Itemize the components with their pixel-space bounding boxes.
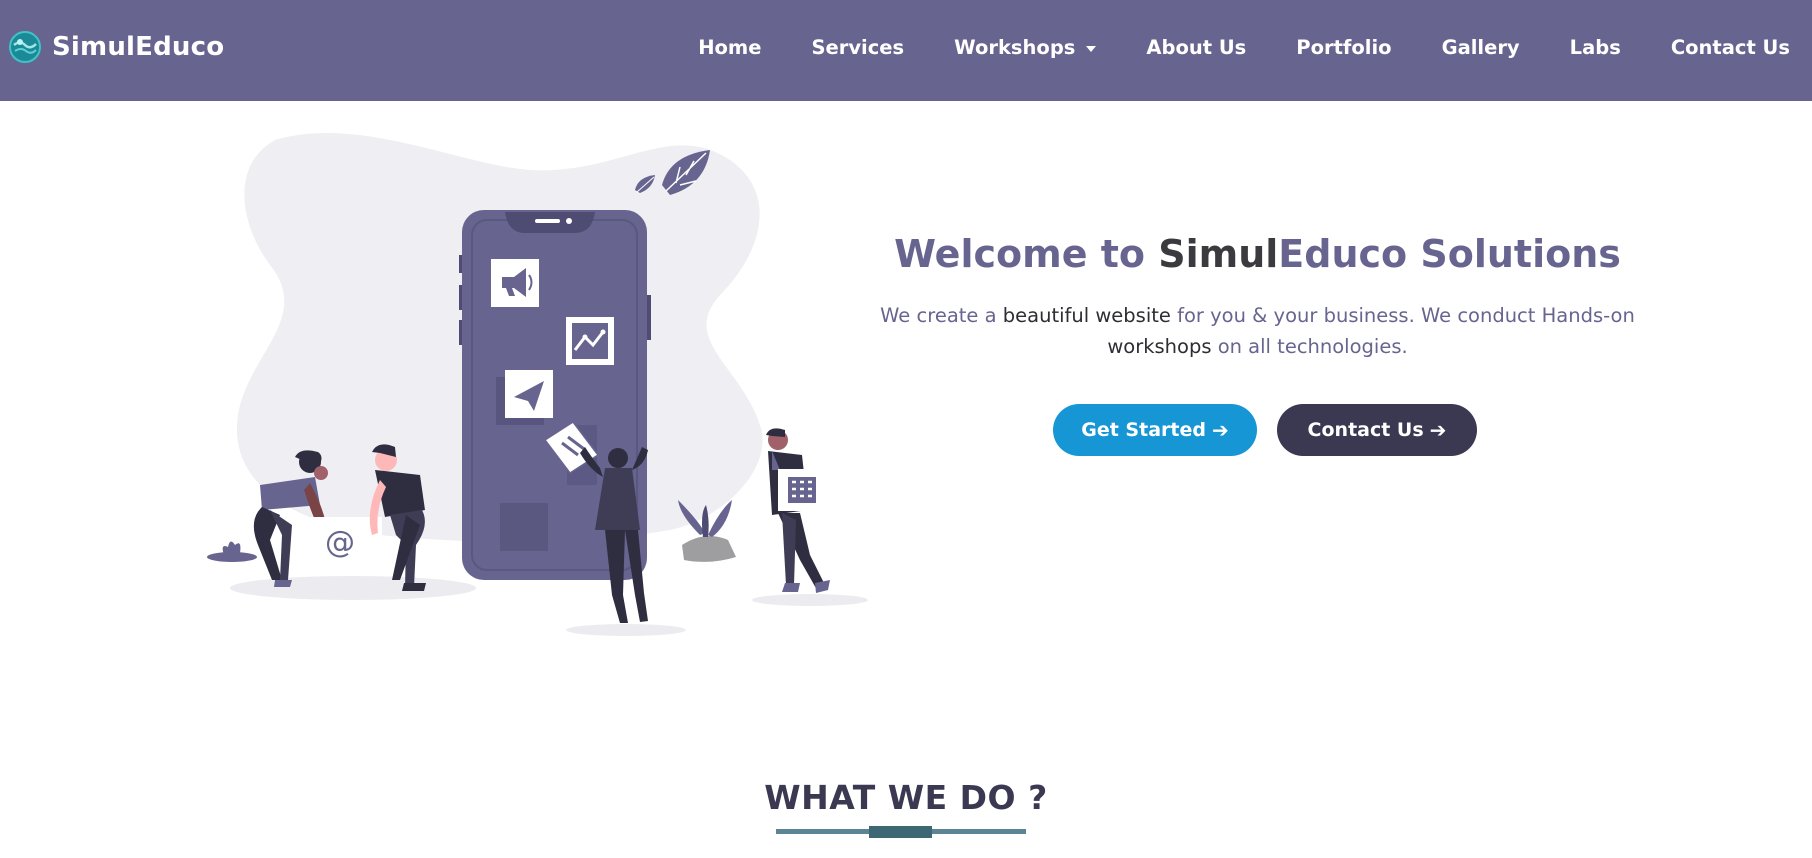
- navbar: SimulEduco Home Services Workshops About…: [0, 0, 1812, 101]
- nav-services[interactable]: Services: [811, 36, 904, 59]
- hero-title-part3: Educo Solutions: [1278, 232, 1621, 276]
- section-title-underline-accent: [869, 826, 932, 838]
- get-started-label: Get Started: [1081, 419, 1206, 441]
- nav-workshops-label: Workshops: [954, 36, 1076, 59]
- arrow-right-icon: ➔: [1211, 418, 1229, 442]
- person-right: [766, 428, 830, 593]
- hero-title-part2: Simul: [1158, 232, 1279, 276]
- hero-desc-2: beautiful website: [1002, 304, 1171, 327]
- hero-title-part1: Welcome to: [894, 232, 1159, 276]
- hero-desc-5: on all technologies.: [1211, 335, 1408, 358]
- nav-portfolio[interactable]: Portfolio: [1296, 36, 1391, 59]
- nav-home-label: Home: [698, 36, 762, 59]
- nav-labs[interactable]: Labs: [1570, 36, 1621, 59]
- hero-text: Welcome to SimulEduco Solutions We creat…: [880, 226, 1635, 456]
- hero-description: We create a beautiful website for you & …: [880, 300, 1635, 362]
- get-started-button[interactable]: Get Started ➔: [1053, 404, 1257, 456]
- hero-desc-4: workshops: [1107, 335, 1212, 358]
- nav-services-label: Services: [811, 36, 905, 59]
- ground-shadow-left: [230, 576, 476, 600]
- contact-us-button[interactable]: Contact Us ➔: [1277, 404, 1477, 456]
- plant-pot: [678, 500, 736, 562]
- hero-illustration: @: [207, 133, 868, 636]
- nav-contact-label: Contact Us: [1670, 36, 1790, 59]
- nav-gallery[interactable]: Gallery: [1442, 36, 1520, 59]
- nav-workshops[interactable]: Workshops: [954, 36, 1097, 59]
- nav-labs-label: Labs: [1569, 36, 1621, 59]
- hero-desc-1: We create a: [880, 304, 1003, 327]
- nav-portfolio-label: Portfolio: [1296, 36, 1392, 59]
- nav-about-label: About Us: [1146, 36, 1247, 59]
- hero-buttons: Get Started ➔ Contact Us ➔: [880, 404, 1635, 456]
- brand[interactable]: SimulEduco: [8, 29, 224, 65]
- contact-us-label: Contact Us: [1307, 419, 1424, 441]
- chevron-down-icon: [1086, 45, 1097, 52]
- main-nav: Home Services Workshops About Us Portfol…: [648, 0, 1812, 95]
- ground-shadow-right: [752, 594, 868, 606]
- nav-home[interactable]: Home: [698, 36, 761, 59]
- section-title-what-we-do: WHAT WE DO ?: [764, 778, 1048, 817]
- brand-name: SimulEduco: [52, 32, 225, 62]
- nav-gallery-label: Gallery: [1441, 36, 1520, 59]
- at-symbol: @: [325, 525, 355, 560]
- ground-shadow-center: [566, 624, 686, 636]
- nav-about-us[interactable]: About Us: [1146, 36, 1246, 59]
- arrow-right-icon: ➔: [1429, 418, 1447, 442]
- hero-title: Welcome to SimulEduco Solutions: [880, 226, 1635, 282]
- hero-desc-3: for you & your business. We conduct Hand…: [1170, 304, 1635, 327]
- globe-logo-icon: [9, 31, 41, 63]
- nav-contact-us[interactable]: Contact Us: [1671, 36, 1790, 59]
